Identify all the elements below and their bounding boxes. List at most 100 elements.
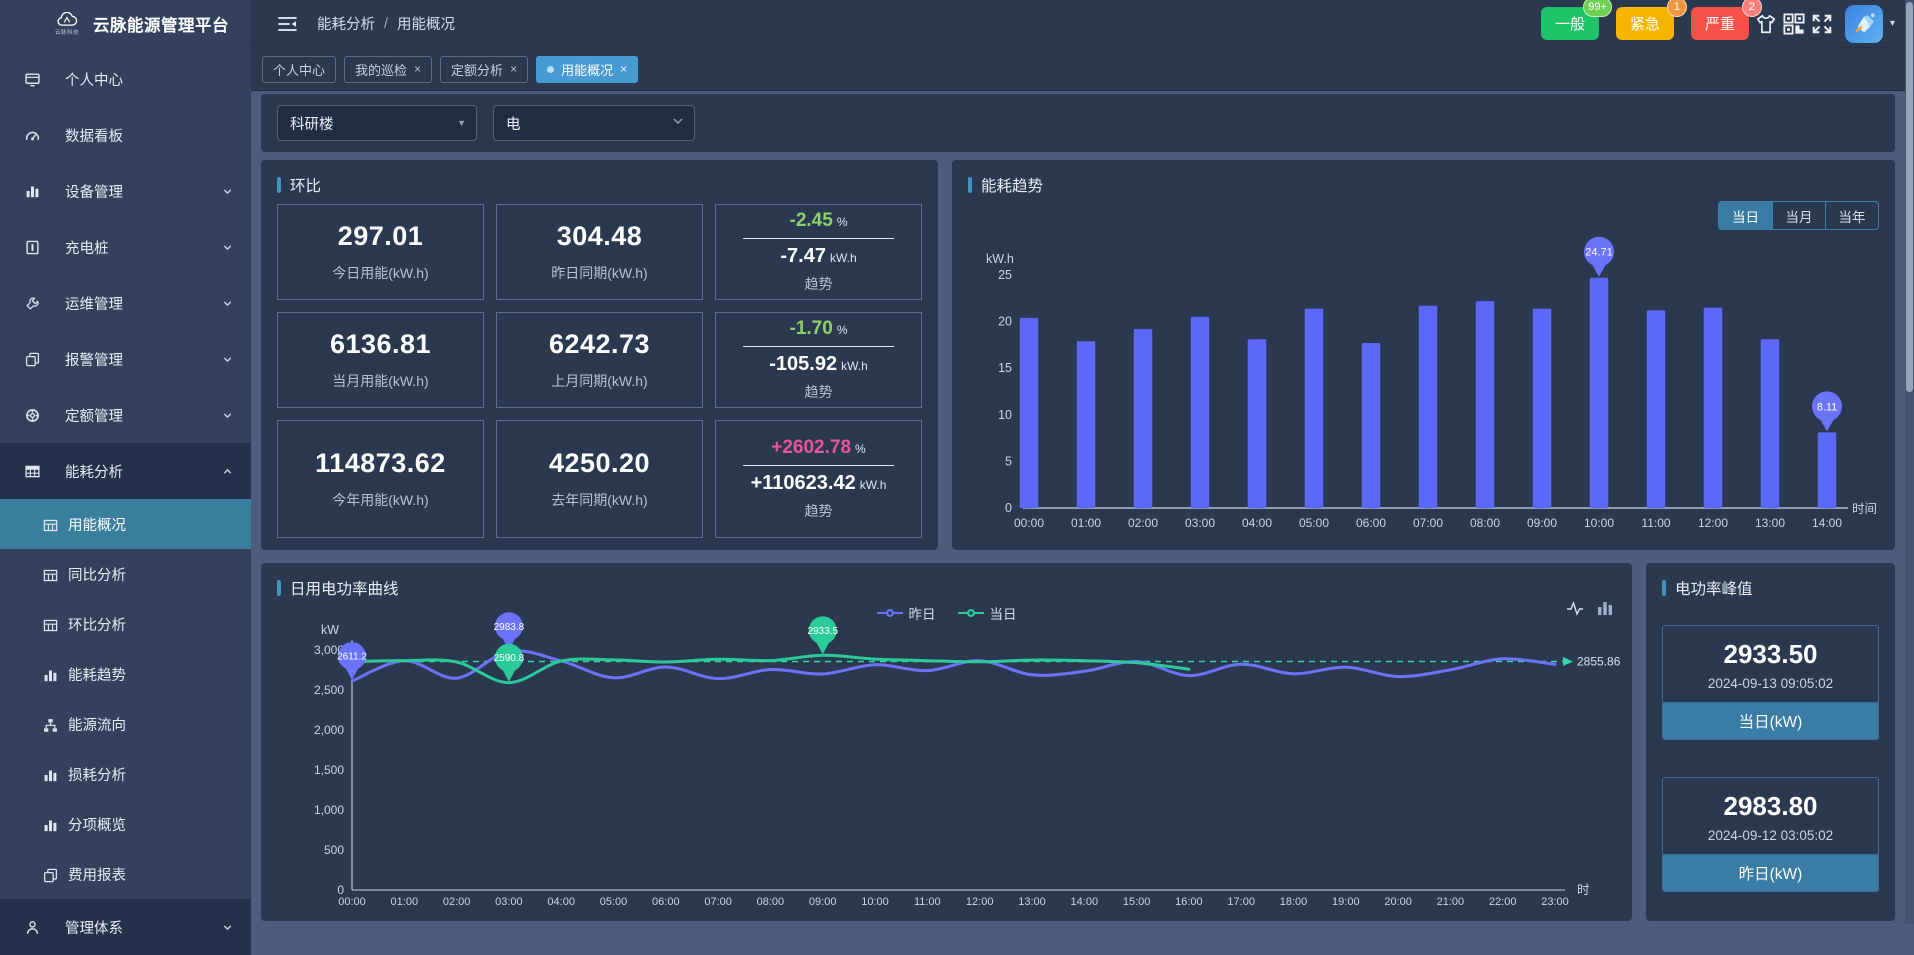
trend-percent: -1.70% — [790, 318, 848, 340]
range-tab-当月[interactable]: 当月 — [1772, 202, 1825, 229]
panel-title-text: 能耗趋势 — [981, 174, 1043, 196]
chevron-down-icon — [222, 298, 233, 309]
breadcrumb-item: 用能概况 — [397, 13, 455, 34]
chart-marker-pin: 24.71 — [1584, 237, 1614, 277]
tool-icon — [25, 296, 40, 311]
sidebar-item-报警管理[interactable]: 报警管理 — [0, 331, 251, 387]
title-accent-bar — [1662, 580, 1666, 596]
breadcrumb-item[interactable]: 能耗分析 — [317, 13, 375, 34]
alarm-count-badge: 99+ — [1583, 0, 1612, 17]
main-content: 科研楼 ▼ 电 环比 297.01今日用能(kW.h)304.48昨日同期(kW… — [251, 91, 1905, 924]
range-tab-group: 当日当月当年 — [1718, 201, 1879, 230]
theme-tshirt-icon[interactable] — [1755, 13, 1777, 35]
svg-text:2611.2: 2611.2 — [337, 652, 367, 663]
stat-cell: 6242.73上月同期(kW.h) — [496, 312, 703, 408]
stat-label: 当月用能(kW.h) — [332, 371, 428, 391]
copy-icon — [43, 868, 56, 881]
sidebar-subitem-能耗趋势[interactable]: 能耗趋势 — [0, 649, 251, 699]
qr-code-icon[interactable] — [1783, 13, 1805, 35]
sidebar-item-能耗分析[interactable]: 能耗分析 — [0, 443, 251, 499]
alarm-button-严重[interactable]: 严重2 — [1691, 7, 1749, 40]
sidebar-item-运维管理[interactable]: 运维管理 — [0, 275, 251, 331]
alarm-button-一般[interactable]: 一般99+ — [1541, 7, 1599, 40]
sidebar-item-定额管理[interactable]: 定额管理 — [0, 387, 251, 443]
collapse-sidebar-icon[interactable] — [278, 16, 297, 32]
sidebar-subitem-费用报表[interactable]: 费用报表 — [0, 849, 251, 899]
svg-text:时: 时 — [1577, 883, 1590, 897]
svg-text:8.11: 8.11 — [1817, 401, 1838, 413]
stat-value: 6242.73 — [549, 329, 650, 360]
svg-text:03:00: 03:00 — [495, 896, 523, 908]
range-tab-当日[interactable]: 当日 — [1719, 202, 1772, 229]
sidebar: 云脉科技 云脉能源管理平台 个人中心数据看板设备管理充电桩运维管理报警管理定额管… — [0, 0, 251, 924]
svg-text:22:00: 22:00 — [1489, 896, 1517, 908]
building-select[interactable]: 科研楼 ▼ — [277, 105, 477, 141]
svg-text:2590.8: 2590.8 — [494, 653, 525, 664]
chevron-down-icon — [222, 922, 233, 933]
sidebar-item-设备管理[interactable]: 设备管理 — [0, 163, 251, 219]
sidebar-item-个人中心[interactable]: 个人中心 — [0, 51, 251, 107]
svg-text:17:00: 17:00 — [1227, 896, 1255, 908]
ring-stats-grid: 297.01今日用能(kW.h)304.48昨日同期(kW.h)-2.45%-7… — [277, 204, 922, 538]
line-chart-toggle-icon[interactable] — [1566, 599, 1584, 617]
sidebar-item-数据看板[interactable]: 数据看板 — [0, 107, 251, 163]
bar-chart-toggle-icon[interactable] — [1596, 599, 1614, 617]
table-icon — [43, 518, 56, 531]
legend-label: 当日 — [990, 603, 1017, 623]
sidebar-subitem-分项概览[interactable]: 分项概览 — [0, 799, 251, 849]
chevron-down-icon — [222, 242, 233, 253]
close-tab-icon[interactable]: × — [510, 62, 517, 76]
bar — [1077, 341, 1096, 508]
user-menu-caret-icon[interactable]: ▾ — [1890, 18, 1895, 29]
svg-text:01:00: 01:00 — [1071, 516, 1101, 530]
alarm-button-紧急[interactable]: 紧急1 — [1616, 7, 1674, 40]
sidebar-item-充电桩[interactable]: 充电桩 — [0, 219, 251, 275]
svg-text:10:00: 10:00 — [1584, 516, 1614, 530]
legend-item-当日[interactable]: 当日 — [958, 603, 1017, 623]
energy-trend-bar-chart[interactable]: kW.h252015105000:0001:0002:0003:0004:000… — [968, 200, 1879, 555]
svg-text:15: 15 — [998, 361, 1012, 375]
fullscreen-icon[interactable] — [1811, 13, 1833, 35]
svg-text:09:00: 09:00 — [809, 896, 837, 908]
sidebar-subitem-label: 环比分析 — [68, 614, 233, 635]
energy-type-select[interactable]: 电 — [493, 105, 695, 141]
tab-我的巡检[interactable]: 我的巡检× — [344, 56, 432, 83]
scrollbar-thumb[interactable] — [1906, 2, 1913, 392]
legend-label: 昨日 — [909, 603, 936, 623]
svg-text:12:00: 12:00 — [966, 896, 994, 908]
svg-text:5: 5 — [1005, 454, 1012, 468]
stat-value: 304.48 — [557, 221, 643, 252]
bar — [1305, 309, 1324, 508]
sidebar-item-管理体系[interactable]: 管理体系 — [0, 899, 251, 955]
range-tab-当年[interactable]: 当年 — [1825, 202, 1878, 229]
breadcrumb: 能耗分析 / 用能概况 — [317, 13, 455, 34]
close-tab-icon[interactable]: × — [620, 62, 627, 76]
svg-text:03:00: 03:00 — [1185, 516, 1215, 530]
svg-text:kW.h: kW.h — [986, 252, 1014, 266]
sidebar-subitem-损耗分析[interactable]: 损耗分析 — [0, 749, 251, 799]
peak-label-button[interactable]: 昨日(kW) — [1663, 854, 1878, 891]
legend-item-昨日[interactable]: 昨日 — [877, 603, 936, 623]
svg-text:00:00: 00:00 — [338, 896, 366, 908]
bar — [1704, 308, 1723, 508]
sidebar-subitem-同比分析[interactable]: 同比分析 — [0, 549, 251, 599]
svg-text:1,000: 1,000 — [314, 803, 344, 817]
sidebar-subitem-用能概况[interactable]: 用能概况 — [0, 499, 251, 549]
user-avatar[interactable] — [1845, 5, 1883, 43]
sidebar-item-label: 充电桩 — [65, 237, 222, 258]
active-tab-dot — [547, 66, 554, 73]
bar — [1590, 278, 1609, 508]
sidebar-subitem-环比分析[interactable]: 环比分析 — [0, 599, 251, 649]
svg-text:08:00: 08:00 — [757, 896, 785, 908]
sidebar-subitem-能源流向[interactable]: 能源流向 — [0, 699, 251, 749]
peak-label-button[interactable]: 当日(kW) — [1663, 702, 1878, 739]
close-tab-icon[interactable]: × — [414, 62, 421, 76]
trend-label: 趋势 — [805, 382, 833, 402]
filter-bar: 科研楼 ▼ 电 — [261, 94, 1895, 152]
tab-个人中心[interactable]: 个人中心 — [262, 56, 336, 83]
tab-用能概况[interactable]: 用能概况× — [536, 56, 638, 83]
page-scrollbar[interactable] — [1905, 0, 1914, 924]
svg-text:kW: kW — [321, 623, 339, 637]
bar — [1419, 306, 1438, 508]
tab-定额分析[interactable]: 定额分析× — [440, 56, 528, 83]
